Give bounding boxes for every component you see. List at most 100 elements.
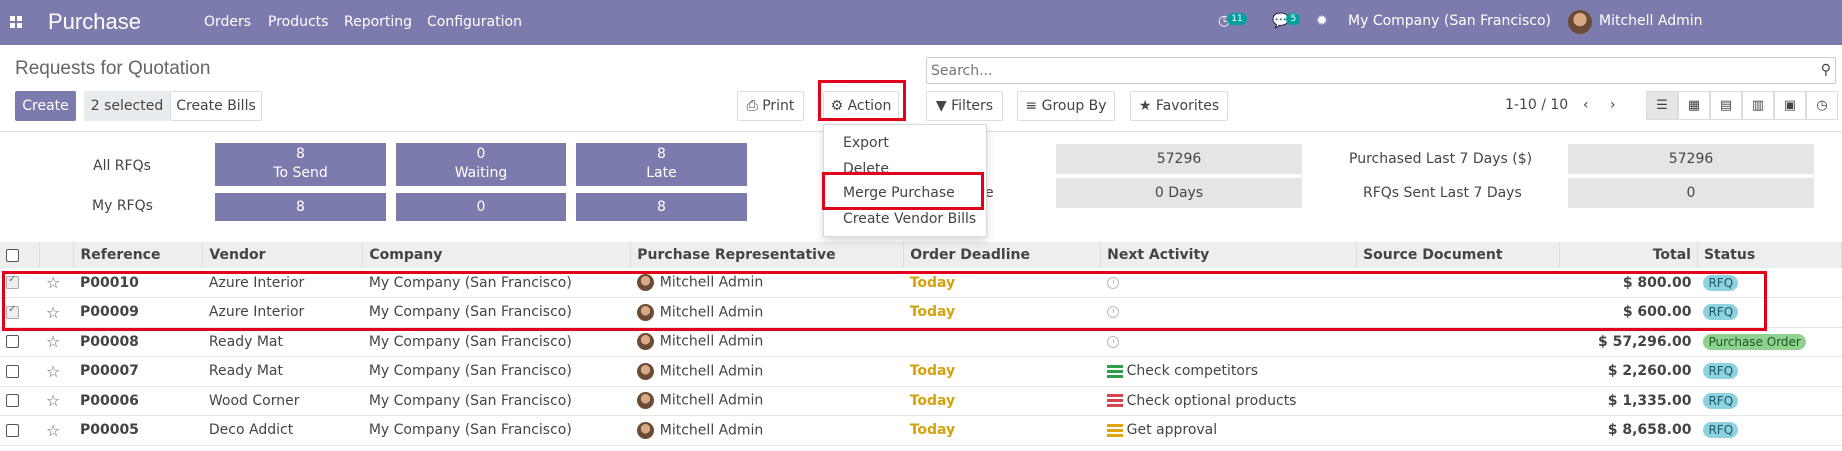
cell-company[interactable]: My Company (San Francisco)	[363, 416, 631, 446]
cell-reference[interactable]: P00008	[74, 327, 203, 357]
row-checkbox[interactable]	[6, 364, 19, 378]
pager-previous-icon[interactable]: ‹	[1583, 97, 1589, 113]
row-checkbox[interactable]	[6, 304, 19, 319]
activity-systray[interactable]: ◷11	[1218, 13, 1247, 29]
messaging-systray[interactable]: 💬5	[1272, 13, 1301, 29]
header-next-activity[interactable]: Next Activity	[1100, 242, 1358, 268]
my-to-send-tile[interactable]: 8	[215, 193, 386, 221]
cell-status[interactable]: RFQ	[1697, 416, 1841, 446]
cell-total[interactable]: $ 1,335.00	[1560, 386, 1698, 416]
filters-button[interactable]: ▼ Filters	[926, 91, 1003, 121]
cell-order-deadline[interactable]: Today	[904, 386, 1101, 416]
header-reference[interactable]: Reference	[73, 242, 204, 268]
cell-status[interactable]: RFQ	[1697, 268, 1841, 298]
action-button[interactable]: ⚙ Action	[823, 91, 899, 121]
pivot-view-icon[interactable]: ▤	[1710, 91, 1742, 120]
header-order-deadline[interactable]: Order Deadline	[903, 242, 1102, 268]
row-select-cell[interactable]	[0, 357, 40, 387]
star-icon[interactable]: ☆	[46, 303, 60, 322]
activity-type-icon[interactable]	[1106, 423, 1123, 437]
menu-item-create-vendor-bills[interactable]: Create Vendor Bills	[843, 211, 976, 227]
row-favorite-cell[interactable]: ☆	[40, 416, 74, 446]
activity-summary[interactable]: Check optional products	[1127, 393, 1297, 409]
graph-view-icon[interactable]: ▥	[1742, 91, 1774, 120]
star-icon[interactable]: ☆	[46, 421, 60, 440]
menu-item-merge-purchase[interactable]: Merge Purchase	[843, 185, 955, 201]
cell-vendor[interactable]: Ready Mat	[203, 357, 363, 387]
cell-status[interactable]: RFQ	[1697, 298, 1841, 328]
table-row[interactable]: ☆ P00005 Deco Addict My Company (San Franci…	[0, 416, 1842, 446]
row-favorite-cell[interactable]: ☆	[40, 327, 74, 357]
header-source-document[interactable]: Source Document	[1356, 242, 1560, 268]
menu-reporting[interactable]: Reporting	[344, 14, 412, 30]
star-icon[interactable]: ☆	[46, 362, 60, 381]
late-tile[interactable]: 8 Late	[576, 143, 747, 186]
app-title[interactable]: Purchase	[48, 9, 141, 35]
cell-total[interactable]: $ 600.00	[1560, 298, 1698, 328]
row-favorite-cell[interactable]: ☆	[40, 357, 74, 387]
cell-total[interactable]: $ 800.00	[1560, 268, 1698, 298]
row-checkbox[interactable]	[6, 394, 19, 408]
cell-vendor[interactable]: Ready Mat	[203, 327, 363, 357]
cell-company[interactable]: My Company (San Francisco)	[363, 268, 631, 298]
cell-source-document[interactable]	[1357, 357, 1560, 387]
cell-order-deadline[interactable]	[904, 327, 1101, 357]
cell-vendor[interactable]: Wood Corner	[203, 386, 363, 416]
header-total[interactable]: Total	[1559, 242, 1698, 268]
header-status[interactable]: Status	[1697, 242, 1842, 268]
activity-type-icon[interactable]	[1106, 394, 1123, 408]
activity-view-icon[interactable]: ◷	[1806, 91, 1838, 120]
star-icon[interactable]: ☆	[46, 273, 60, 292]
table-row[interactable]: ☆ P00009Azure InteriorMy Company (San Fra…	[0, 298, 1842, 328]
cell-source-document[interactable]	[1357, 386, 1560, 416]
select-all-cell[interactable]	[0, 242, 41, 268]
cell-order-deadline[interactable]: Today	[904, 268, 1101, 298]
user-menu[interactable]: Mitchell Admin	[1599, 13, 1703, 29]
activity-summary[interactable]: Check competitors	[1127, 363, 1258, 379]
print-button[interactable]: ⎙ Print	[737, 91, 804, 121]
schedule-activity-icon[interactable]	[1106, 306, 1119, 319]
favorites-button[interactable]: ★ Favorites	[1130, 91, 1228, 121]
menu-item-export[interactable]: Export	[843, 135, 889, 151]
menu-configuration[interactable]: Configuration	[427, 14, 522, 30]
schedule-activity-icon[interactable]	[1106, 335, 1119, 348]
cell-total[interactable]: $ 57,296.00	[1560, 327, 1698, 357]
star-icon[interactable]: ☆	[46, 391, 60, 410]
apps-menu-icon[interactable]	[10, 16, 22, 28]
cell-next-activity[interactable]	[1101, 298, 1357, 328]
cell-status[interactable]: RFQ	[1697, 386, 1841, 416]
cell-reference[interactable]: P00007	[74, 357, 203, 387]
cell-representative[interactable]: Mitchell Admin	[631, 268, 904, 298]
cell-company[interactable]: My Company (San Francisco)	[363, 298, 631, 328]
create-bills-button[interactable]: Create Bills	[170, 91, 262, 121]
cell-source-document[interactable]	[1357, 327, 1560, 357]
cell-next-activity[interactable]: Check competitors	[1101, 357, 1357, 387]
row-checkbox[interactable]	[6, 335, 19, 349]
activity-summary[interactable]: Get approval	[1127, 422, 1218, 438]
cell-vendor[interactable]: Azure Interior	[203, 298, 363, 328]
search-icon[interactable]: ⚲	[1821, 62, 1831, 78]
cell-next-activity[interactable]	[1101, 327, 1357, 357]
cell-order-deadline[interactable]: Today	[904, 416, 1101, 446]
header-representative[interactable]: Purchase Representative	[630, 242, 905, 268]
cell-next-activity[interactable]: Get approval	[1101, 416, 1357, 446]
pager-value[interactable]: 1-10 / 10	[1505, 97, 1568, 113]
cell-representative[interactable]: Mitchell Admin	[631, 357, 904, 387]
waiting-tile[interactable]: 0 Waiting	[396, 143, 566, 186]
cell-representative[interactable]: Mitchell Admin	[631, 416, 904, 446]
cell-reference[interactable]: P00006	[74, 386, 203, 416]
table-row[interactable]: ☆ P00007 Ready Mat My Company (San Francisc…	[0, 357, 1842, 387]
cell-next-activity[interactable]	[1101, 268, 1357, 298]
kanban-view-icon[interactable]: ▦	[1678, 91, 1710, 120]
my-waiting-tile[interactable]: 0	[396, 193, 566, 221]
table-row[interactable]: ☆ P00008 Ready Mat My Company (San Francisc…	[0, 327, 1842, 357]
cell-company[interactable]: My Company (San Francisco)	[363, 386, 631, 416]
header-company[interactable]: Company	[362, 242, 632, 268]
list-view-icon[interactable]: ☰	[1646, 91, 1678, 120]
row-select-cell[interactable]	[0, 298, 40, 328]
row-checkbox[interactable]	[6, 274, 19, 289]
row-checkbox[interactable]	[6, 423, 19, 437]
cell-order-deadline[interactable]: Today	[904, 298, 1101, 328]
pager-next-icon[interactable]: ›	[1610, 97, 1616, 113]
cell-reference[interactable]: P00005	[74, 416, 203, 446]
